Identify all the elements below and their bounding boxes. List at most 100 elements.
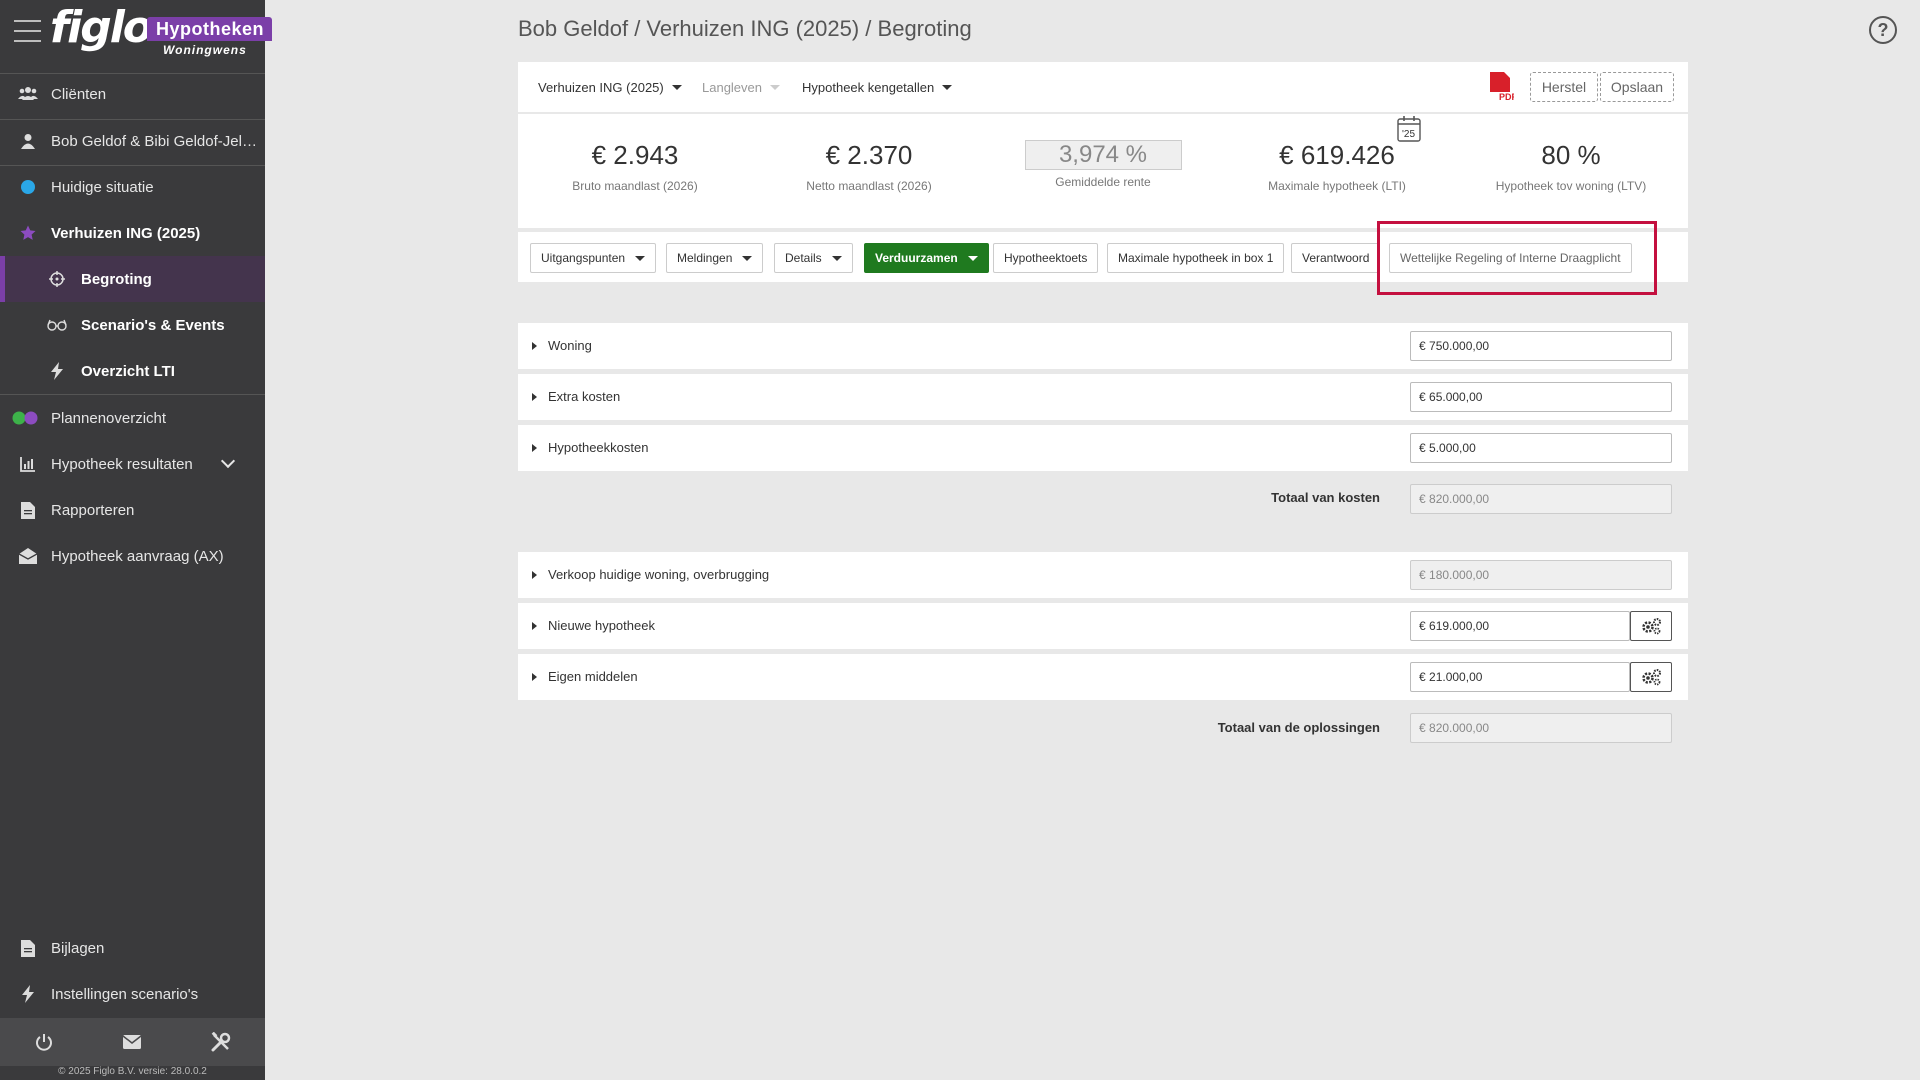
field-value: 180.000,00 <box>1429 568 1490 582</box>
user-icon <box>18 131 38 151</box>
sidebar-item-label: Cliënten <box>51 85 107 103</box>
pdf-icon[interactable]: PDF <box>1488 72 1518 107</box>
sidebar-item-bijlagen[interactable]: Bijlagen <box>0 925 265 971</box>
sidebar-item-label: Hypotheek aanvraag (AX) <box>51 547 224 565</box>
tab-verduurzamen[interactable]: Verduurzamen <box>864 243 989 273</box>
sidebar: figlo Hypotheken Woningwens Cliënten Bob… <box>0 0 273 1080</box>
caret-right-icon[interactable] <box>532 444 537 452</box>
kpi-label: Netto maandlast (2026) <box>806 179 932 193</box>
sidebar-item-instellingen[interactable]: Instellingen scenario's <box>0 971 265 1017</box>
tab-verantwoord[interactable]: Verantwoord <box>1291 243 1381 273</box>
tab-maximale-hypotheek-box1[interactable]: Maximale hypotheek in box 1 <box>1107 243 1285 273</box>
kpi-bruto-maandlast: € 2.943 Bruto maandlast (2026) <box>518 140 752 193</box>
row-label: Nieuwe hypotheek <box>548 618 655 633</box>
sidebar-item-verhuizen[interactable]: Verhuizen ING (2025) <box>0 210 265 256</box>
sidebar-item-huidige-situatie[interactable]: Huidige situatie <box>0 164 265 210</box>
row-label: Woning <box>548 338 592 353</box>
sidebar-item-label: Instellingen scenario's <box>51 985 199 1003</box>
sidebar-item-clienten[interactable]: Cliënten <box>0 71 265 117</box>
bolt-icon <box>18 984 38 1004</box>
total-solutions-label: Totaal van de oplossingen <box>1217 720 1380 735</box>
solution-row-nieuwe-hypotheek[interactable]: Nieuwe hypotheek € 619.000,00 <box>518 603 1688 649</box>
power-icon[interactable] <box>33 1031 55 1053</box>
nieuwe-hypotheek-input[interactable]: € 619.000,00 <box>1410 611 1630 641</box>
sidebar-item-label: Rapporteren <box>51 501 135 519</box>
kpi-label: Maximale hypotheek (LTI) <box>1268 179 1406 193</box>
tab-label: Maximale hypotheek in box 1 <box>1118 251 1274 265</box>
cost-row-woning[interactable]: Woning € 750.000,00 <box>518 323 1688 369</box>
kpi-card: € 2.943 Bruto maandlast (2026) € 2.370 N… <box>518 114 1688 228</box>
eigen-middelen-input[interactable]: € 21.000,00 <box>1410 662 1630 692</box>
hamburger-menu-icon[interactable] <box>14 20 41 42</box>
langleven-dropdown[interactable]: Langleven <box>702 80 780 95</box>
sidebar-item-rapporteren[interactable]: Rapporteren <box>0 487 265 533</box>
caret-right-icon[interactable] <box>532 673 537 681</box>
caret-right-icon[interactable] <box>532 393 537 401</box>
sidebar-item-label: Scenario's & Events <box>81 316 225 334</box>
scenario-dropdown[interactable]: Verhuizen ING (2025) <box>538 80 682 95</box>
tab-label: Hypotheektoets <box>1004 251 1088 265</box>
calendar-badge: '25 <box>1402 129 1415 140</box>
copyright: © 2025 Figlo B.V. versie: 28.0.0.2 <box>58 1066 207 1077</box>
tools-icon[interactable] <box>210 1031 232 1053</box>
pdf-label: PDF <box>1499 92 1514 102</box>
gears-icon <box>1642 618 1661 635</box>
tab-hypotheektoets[interactable]: Hypotheektoets <box>993 243 1099 273</box>
glasses-icon <box>47 315 67 335</box>
sidebar-item-overzicht-lti[interactable]: Overzicht LTI <box>0 348 265 394</box>
tab-details[interactable]: Details <box>774 243 853 273</box>
kpi-value: € 2.943 <box>591 140 679 170</box>
sidebar-item-client-name[interactable]: Bob Geldof & Bibi Geldof-Jelev... <box>0 118 265 164</box>
currency-symbol: € <box>1419 568 1426 582</box>
file-icon <box>18 938 38 958</box>
cost-row-extra-kosten[interactable]: Extra kosten € 65.000,00 <box>518 374 1688 420</box>
highlight-annotation <box>1377 221 1657 295</box>
caret-down-icon <box>942 85 953 90</box>
nieuwe-hypotheek-settings-button[interactable] <box>1630 611 1672 641</box>
kpi-gemiddelde-rente: 3,974 % Gemiddelde rente <box>986 140 1220 189</box>
dot-icon <box>18 177 38 197</box>
caret-right-icon[interactable] <box>532 342 537 350</box>
caret-right-icon[interactable] <box>532 571 537 579</box>
sidebar-item-scenarios[interactable]: Scenario's & Events <box>0 302 265 348</box>
sidebar-bottom-bar <box>0 1018 265 1066</box>
tab-meldingen[interactable]: Meldingen <box>666 243 764 273</box>
field-value: 750.000,00 <box>1429 339 1490 353</box>
star-icon <box>18 223 38 243</box>
tab-label: Meldingen <box>677 251 733 265</box>
cost-row-hypotheekkosten[interactable]: Hypotheekkosten € 5.000,00 <box>518 425 1688 471</box>
kpi-value[interactable]: 3,974 % <box>1024 140 1182 170</box>
tab-uitgangspunten[interactable]: Uitgangspunten <box>530 243 657 273</box>
calendar-icon[interactable]: '25 <box>1396 114 1422 149</box>
sidebar-item-label: Bijlagen <box>51 939 105 957</box>
kpi-label: Hypotheek tov woning (LTV) <box>1495 179 1647 193</box>
kpi-ltv: 80 % Hypotheek tov woning (LTV) <box>1454 140 1688 193</box>
eigen-middelen-settings-button[interactable] <box>1630 662 1672 692</box>
verkoop-field: € 180.000,00 <box>1410 560 1672 590</box>
kengetallen-dropdown[interactable]: Hypotheek kengetallen <box>802 80 953 95</box>
mail-icon[interactable] <box>121 1031 143 1053</box>
currency-symbol: € <box>1419 619 1426 633</box>
kpi-value: € 2.370 <box>825 140 913 170</box>
solution-row-eigen-middelen[interactable]: Eigen middelen € 21.000,00 <box>518 654 1688 700</box>
logo: figlo <box>50 2 153 53</box>
row-label: Eigen middelen <box>548 669 638 684</box>
sidebar-item-plannenoverzicht[interactable]: Plannenoverzicht <box>0 395 265 441</box>
herstel-button[interactable]: Herstel <box>1530 72 1598 102</box>
field-value: 619.000,00 <box>1429 619 1490 633</box>
chevron-down-icon[interactable] <box>220 453 236 469</box>
hypotheekkosten-input[interactable]: € 5.000,00 <box>1410 433 1672 463</box>
caret-right-icon[interactable] <box>532 622 537 630</box>
sidebar-item-begroting[interactable]: Begroting <box>0 256 265 302</box>
extra-kosten-input[interactable]: € 65.000,00 <box>1410 382 1672 412</box>
solution-row-verkoop[interactable]: Verkoop huidige woning, overbrugging € 1… <box>518 552 1688 598</box>
caret-down-icon <box>671 85 682 90</box>
opslaan-button[interactable]: Opslaan <box>1600 72 1674 102</box>
help-icon[interactable]: ? <box>1869 16 1897 44</box>
woning-input[interactable]: € 750.000,00 <box>1410 331 1672 361</box>
sidebar-item-hypotheek-aanvraag[interactable]: Hypotheek aanvraag (AX) <box>0 533 265 579</box>
caret-down-icon <box>831 255 842 261</box>
logo-subtitle: Woningwens <box>163 43 247 57</box>
sidebar-item-hypotheek-resultaten[interactable]: Hypotheek resultaten <box>0 441 265 487</box>
total-solutions-field: € 820.000,00 <box>1410 713 1672 743</box>
